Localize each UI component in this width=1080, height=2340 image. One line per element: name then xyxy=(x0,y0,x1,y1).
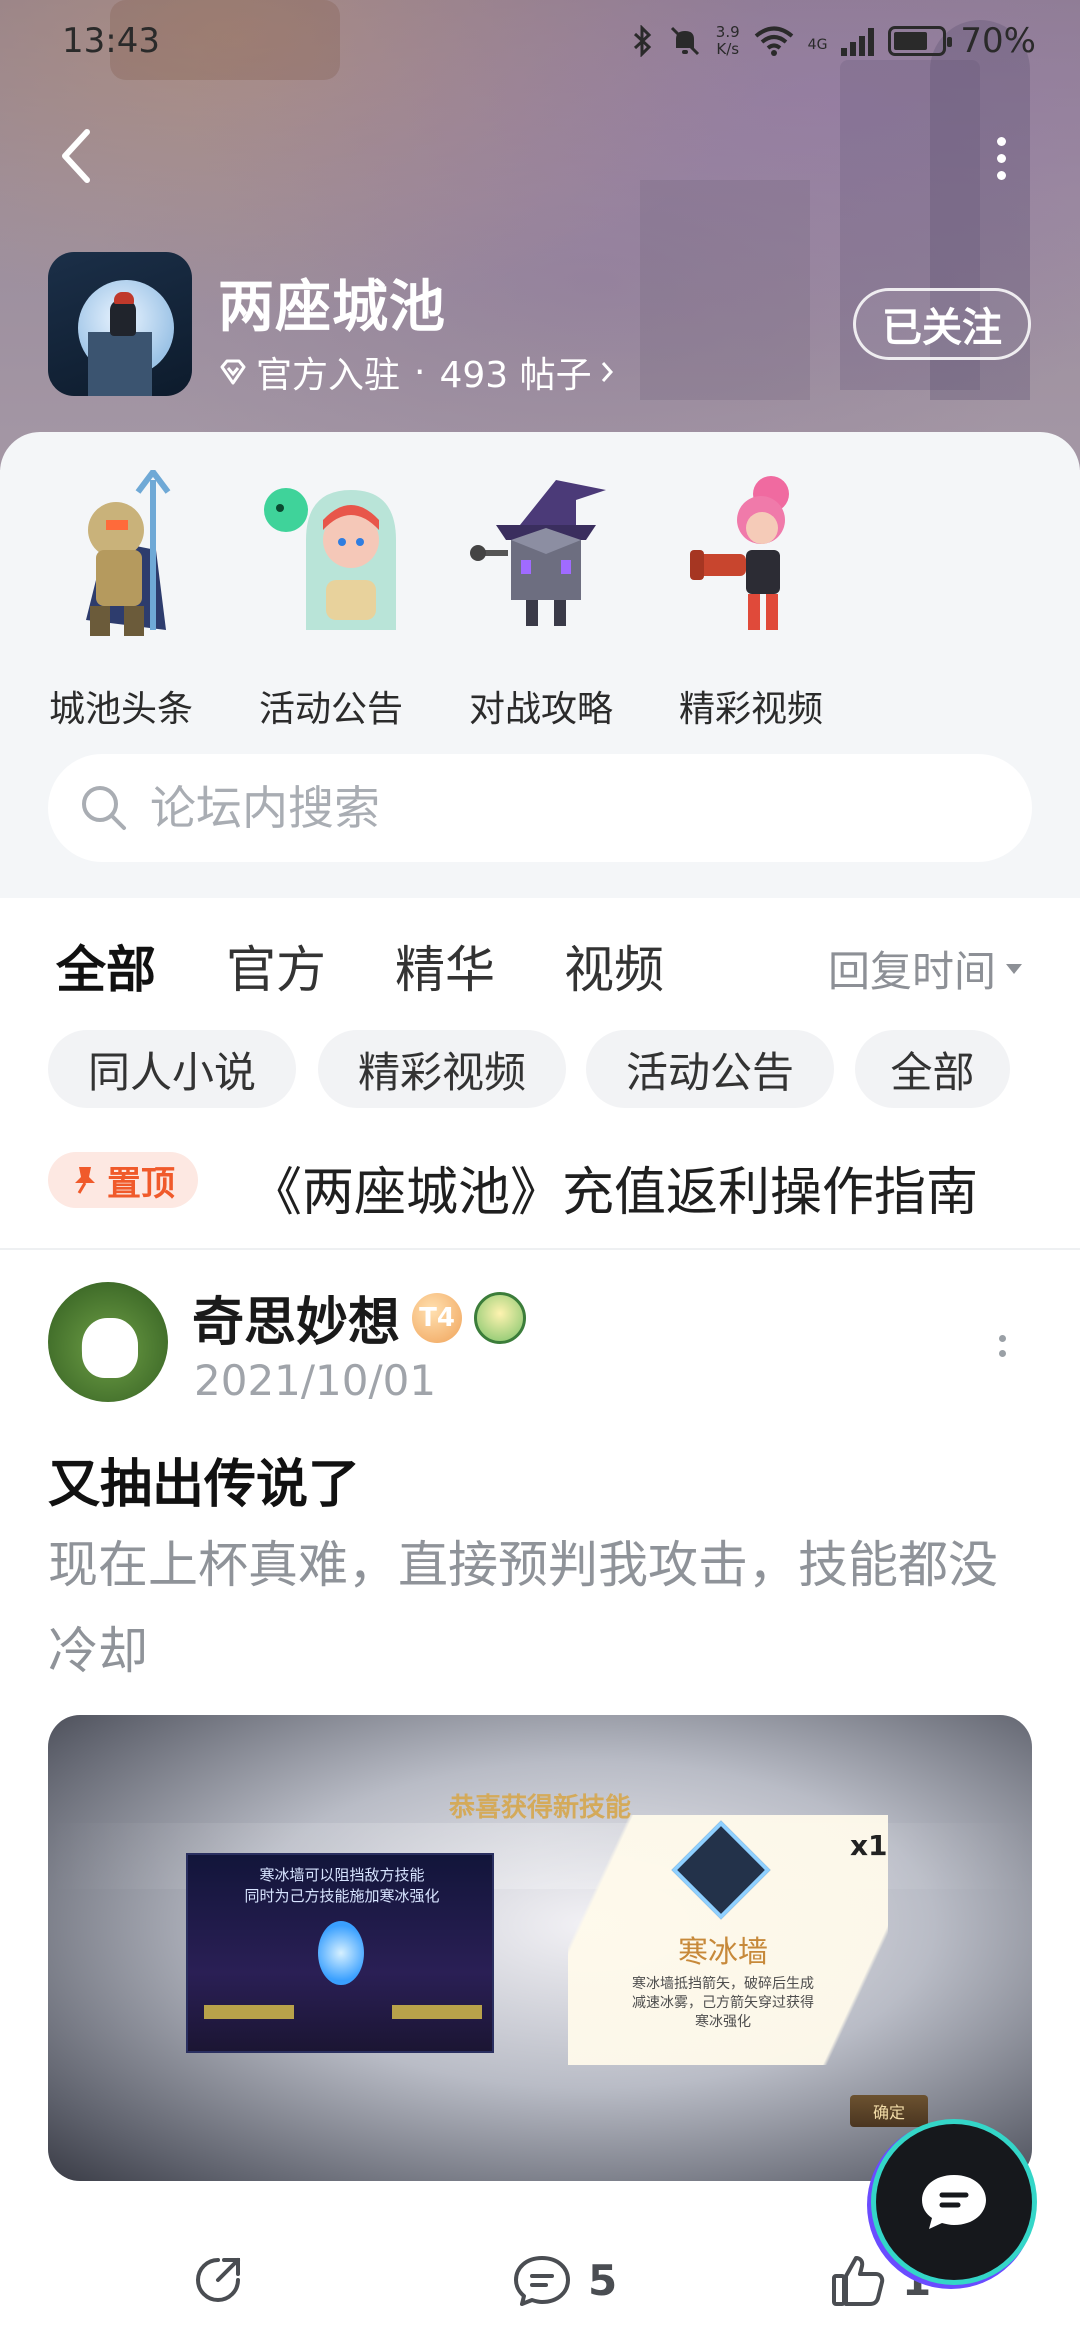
category-label: 对战攻略 xyxy=(468,689,613,730)
topic-chips: 同人小说 精彩视频 活动公告 全部 xyxy=(0,1030,1080,1110)
back-button[interactable] xyxy=(48,128,104,184)
forum-meta[interactable]: 官方入驻 · 493 帖子 xyxy=(218,346,614,398)
category-item[interactable]: 活动公告 xyxy=(226,460,436,730)
category-label: 精彩视频 xyxy=(678,689,823,730)
dot-icon xyxy=(996,136,1006,146)
meta-separator: · xyxy=(414,351,426,393)
forum-avatar[interactable] xyxy=(48,252,192,396)
search-icon xyxy=(82,786,126,830)
sort-dropdown[interactable]: 回复时间 xyxy=(828,938,1023,999)
category-item[interactable]: 精彩视频 xyxy=(646,460,856,730)
tab-all[interactable]: 全部 xyxy=(56,930,156,1006)
author-name[interactable]: 奇思妙想 xyxy=(192,1280,400,1355)
bluetooth-icon xyxy=(633,25,651,57)
ice-wall-skill-icon xyxy=(671,1820,771,1920)
pink-gunner-icon xyxy=(690,476,789,630)
skill-count: x1 xyxy=(850,1829,888,1862)
dot-icon xyxy=(998,1350,1006,1357)
post-count: 493 帖子 xyxy=(439,355,592,396)
chat-bubble-icon xyxy=(922,2175,986,2229)
net-speed-value: 3.9 xyxy=(715,23,740,41)
comment-count: 5 xyxy=(588,2255,618,2305)
scene-tip-line: 同时为己方技能施加寒冰强化 xyxy=(244,1887,440,1905)
tab-official[interactable]: 官方 xyxy=(226,930,326,1002)
scene-tip-line: 寒冰墙可以阻挡敌方技能 xyxy=(259,1866,425,1884)
comment-icon xyxy=(514,2256,570,2306)
post-body: 现在上杯真难，直接预判我攻击，技能都没冷却 xyxy=(48,1536,998,1680)
pinned-title: 《两座城池》充值返利操作指南 xyxy=(250,1163,979,1223)
pinned-badge-label: 置顶 xyxy=(107,1163,175,1204)
level-badge: T4 xyxy=(412,1292,463,1343)
pin-icon xyxy=(75,1167,95,1194)
platform xyxy=(392,2005,482,2019)
forum-sheet: 城池头条 活动公告 对战攻略 精彩视频 论坛内搜索 xyxy=(0,432,1080,898)
dot-icon xyxy=(998,1335,1006,1342)
category-row: 城池头条 活动公告 对战攻略 精彩视频 xyxy=(0,460,1080,730)
comment-button[interactable]: 5 xyxy=(512,2240,617,2320)
post-filter-tabs: 全部 官方 精华 视频 回复时间 xyxy=(0,898,1080,1018)
mute-bell-icon xyxy=(670,26,699,56)
category-item[interactable]: 城池头条 xyxy=(16,460,226,730)
castle-art xyxy=(640,180,810,400)
dot-icon xyxy=(996,170,1006,180)
author-avatar[interactable] xyxy=(48,1282,168,1402)
follow-button[interactable]: 已关注 xyxy=(853,288,1031,360)
platform xyxy=(204,2005,294,2019)
post-image[interactable]: 恭喜获得新技能 寒冰墙可以阻挡敌方技能 同时为己方技能施加寒冰强化 寒冰墙 寒冰… xyxy=(48,1715,1032,2181)
net-speed-unit: K/s xyxy=(716,40,740,58)
thumbs-up-icon xyxy=(832,2256,885,2306)
post-date: 2021/10/01 xyxy=(194,1356,437,1405)
pinned-post[interactable]: 置顶 《两座城池》充值返利操作指南 xyxy=(0,1140,1080,1250)
knight-trident-icon xyxy=(86,470,171,636)
post-title: 又抽出传说了 xyxy=(48,1455,361,1515)
forum-search-bar[interactable] xyxy=(48,754,1032,862)
status-icons: 3.9 K/s 4G 70% xyxy=(632,21,1036,61)
pinned-badge: 置顶 xyxy=(48,1152,198,1208)
chat-fab-button[interactable] xyxy=(876,2124,1032,2280)
chevron-right-icon xyxy=(601,362,613,382)
battery-percent: 70% xyxy=(960,21,1036,61)
chip-all[interactable]: 全部 xyxy=(855,1030,1010,1108)
diamond-verified-icon xyxy=(220,359,246,385)
share-button[interactable] xyxy=(190,2240,246,2320)
network-type: 4G xyxy=(807,37,828,53)
scene-tip: 寒冰墙可以阻挡敌方技能 同时为己方技能施加寒冰强化 xyxy=(188,1865,496,1907)
category-label: 活动公告 xyxy=(258,689,403,730)
category-item[interactable]: 对战攻略 xyxy=(436,460,646,730)
tab-video[interactable]: 视频 xyxy=(564,930,664,1002)
chip-videos[interactable]: 精彩视频 xyxy=(318,1030,566,1108)
wifi-icon xyxy=(754,26,793,56)
chevron-left-icon xyxy=(62,129,90,183)
category-label: 城池头条 xyxy=(48,689,193,730)
sort-label: 回复时间 xyxy=(828,947,997,996)
verified-label: 官方入驻 xyxy=(256,355,401,396)
ice-crystal-icon xyxy=(318,1921,364,1985)
dot-icon xyxy=(996,153,1006,163)
forum-title: 两座城池 xyxy=(218,275,446,340)
battery-icon xyxy=(888,26,953,56)
skill-card: 寒冰墙 寒冰墙抵挡箭矢，破碎后生成减速冰雾，己方箭矢穿过获得寒冰强化 xyxy=(568,1815,888,2065)
medal-icon xyxy=(474,1291,527,1344)
witch-cube-icon xyxy=(470,480,606,626)
skill-confirm-label: 确定 xyxy=(850,2095,928,2127)
girl-with-ghost-icon xyxy=(264,488,396,630)
status-bar: 13:43 3.9 K/s 4G 70% xyxy=(0,0,1080,82)
post-more-button[interactable] xyxy=(990,1326,1014,1366)
tab-featured[interactable]: 精华 xyxy=(395,930,495,1002)
net-speed: 3.9 K/s xyxy=(716,24,740,58)
forum-header-banner: 13:43 3.9 K/s 4G 70% 两座城池 官方入驻 · 493 帖子 … xyxy=(0,0,1080,470)
status-time: 13:43 xyxy=(62,21,160,61)
skill-preview-scene: 寒冰墙可以阻挡敌方技能 同时为己方技能施加寒冰强化 xyxy=(186,1853,494,2053)
cell-signal-icon xyxy=(841,26,875,56)
skill-description: 寒冰墙抵挡箭矢，破碎后生成减速冰雾，己方箭矢穿过获得寒冰强化 xyxy=(632,1976,814,2030)
search-input[interactable] xyxy=(150,781,950,835)
more-options-button[interactable] xyxy=(976,128,1026,188)
chip-fan-fiction[interactable]: 同人小说 xyxy=(48,1030,296,1108)
skill-name: 寒冰墙 xyxy=(678,1935,768,1970)
author-row: 奇思妙想 T4 xyxy=(192,1280,527,1355)
caret-down-icon xyxy=(1006,963,1023,974)
chip-announcements[interactable]: 活动公告 xyxy=(586,1030,834,1108)
share-icon xyxy=(196,2258,240,2302)
